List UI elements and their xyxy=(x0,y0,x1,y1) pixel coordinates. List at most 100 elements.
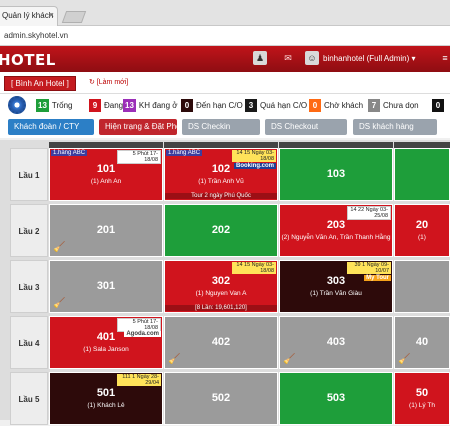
room-cell[interactable]: 302 (1) Nguyen Van A 14 15 Ngày 03-18/08 [8… xyxy=(164,260,278,313)
room-cell[interactable]: 402 🧹 xyxy=(164,316,278,369)
mail-icon[interactable]: ✉ xyxy=(281,51,295,65)
room-cell[interactable]: 503 xyxy=(279,372,393,425)
legend-item[interactable]: 13 KH đang ở xyxy=(123,99,178,112)
room-cell[interactable]: 20 (1) xyxy=(394,204,450,257)
floor-label: Lầu 3 xyxy=(10,260,48,313)
room-cell[interactable]: 103 xyxy=(279,148,393,201)
refresh-icon: ↻ xyxy=(89,79,97,86)
legend-item[interactable]: 3 Quá hạn C/O xyxy=(245,99,307,112)
room-cell[interactable]: 403 🧹 xyxy=(279,316,393,369)
room-tour-note: Tour 2 ngày Phú Quốc xyxy=(165,193,277,199)
settings-icon[interactable]: ≡ xyxy=(438,51,450,65)
room-number: 103 xyxy=(326,168,346,180)
room-cell[interactable]: 40 🧹 xyxy=(394,316,450,369)
room-stay-time: 111 1 Ngày 28-29/04 xyxy=(117,374,161,386)
cleaning-icon[interactable]: 🧹 xyxy=(283,354,295,365)
cleaning-icon[interactable]: 🧹 xyxy=(168,354,180,365)
room-group-tag: 1.hàng ABC xyxy=(51,150,88,156)
gear-icon[interactable] xyxy=(8,96,26,114)
address-bar[interactable]: admin.skyhotel.vn xyxy=(0,26,450,46)
room-number: 40 xyxy=(415,336,429,348)
room-number: 402 xyxy=(211,336,231,348)
action-button[interactable]: Khách đoàn / CTY xyxy=(8,119,94,135)
room-number: 403 xyxy=(326,336,346,348)
browser-tab-bar: Quản lý khách × xyxy=(0,0,450,26)
legend-count: 0 xyxy=(181,99,193,112)
new-tab-button[interactable] xyxy=(61,11,87,23)
room-cell[interactable]: 401 (1) Sala Janson 5 Phút 17-18/08 Agoda.c… xyxy=(49,316,163,369)
room-cell[interactable]: 501 (1) Khách Lẻ 111 1 Ngày 28-29/04 xyxy=(49,372,163,425)
legend-count: 7 xyxy=(368,99,380,112)
legend-item[interactable]: 0 Chờ khách xyxy=(309,99,363,112)
room-cell[interactable] xyxy=(394,148,450,201)
legend-item[interactable]: 0 Đến hạn C/O xyxy=(181,99,243,112)
room-guest: (1) Nguyen Van A xyxy=(195,290,247,297)
room-tour-note: [8 Lần: 19,601,120] xyxy=(165,305,277,311)
room-cell[interactable]: 50 (1) Lý Th xyxy=(394,372,450,425)
room-cell[interactable]: 203 (2) Nguyễn Văn An, Trần Thanh Hằng 14 … xyxy=(279,204,393,257)
room-guest: (1) xyxy=(418,234,426,241)
legend-count: 9 xyxy=(89,99,101,112)
room-cell[interactable]: 303 (1) Trần Văn Giàu 39 1 Ngày 09-10/07 My… xyxy=(279,260,393,313)
room-number: 20 xyxy=(415,219,429,231)
room-guest: (2) Nguyễn Văn An, Trần Thanh Hằng xyxy=(281,234,391,241)
cleaning-icon[interactable]: 🧹 xyxy=(53,298,65,309)
room-stay-time: 14 22 Ngày 03-25/08 xyxy=(347,206,391,220)
legend-count: 13 xyxy=(36,99,49,112)
room-number: 502 xyxy=(211,392,231,404)
floor-label: Lầu 5 xyxy=(10,372,48,425)
room-booking-source: Agoda.com xyxy=(124,331,161,337)
action-button[interactable]: Hiện trạng & Đặt Phòng xyxy=(99,119,190,135)
legend-label: KH đang ở xyxy=(138,101,178,110)
action-button[interactable]: DS Checkout xyxy=(265,119,347,135)
room-guest: (1) Khách Lẻ xyxy=(87,402,125,409)
browser-tab[interactable]: Quản lý khách × xyxy=(0,6,58,26)
room-cell[interactable]: 102 (1) Trần Anh Vũ 1.hàng ABC 14 15 Ngày 0… xyxy=(164,148,278,201)
user-menu[interactable]: binhanhotel (Full Admin) ▾ xyxy=(323,54,416,63)
legend-label: Quá hạn C/O xyxy=(260,101,308,110)
room-booking-source: Booking.com xyxy=(233,163,276,169)
room-group-tag: 1.hàng ABC xyxy=(166,150,203,156)
room-grid: Lầu 1 101 (1) Anh An 1.hàng ABC 5 Phút 17-18… xyxy=(0,140,450,425)
refresh-label: [Làm mới] xyxy=(96,79,129,86)
floor-label: Lầu 2 xyxy=(10,204,48,257)
app-header: HOTEL ♟ ✉ ☺ binhanhotel (Full Admin) ▾ ≡ xyxy=(0,46,450,72)
refresh-link[interactable]: ↻ [Làm mới] xyxy=(89,78,128,86)
room-number: 202 xyxy=(211,224,231,236)
room-guest: (1) Lý Th xyxy=(409,402,435,409)
room-cell[interactable]: 101 (1) Anh An 1.hàng ABC 5 Phút 17-18/08 xyxy=(49,148,163,201)
action-button-row: Khách đoàn / CTY Hiện trạng & Đặt Phòng DS… xyxy=(0,116,450,138)
room-cell[interactable]: 301 🧹 xyxy=(49,260,163,313)
room-cell[interactable]: 201 🧹 xyxy=(49,204,163,257)
legend-item[interactable]: 7 Chưa dọn xyxy=(368,99,419,112)
action-button[interactable]: DS Checkin xyxy=(182,119,260,135)
legend-label: Trống xyxy=(51,101,73,110)
close-icon[interactable]: × xyxy=(49,10,54,20)
room-stay-time: 5 Phút 17-18/08 xyxy=(117,318,161,332)
url-text: admin.skyhotel.vn xyxy=(4,31,69,40)
room-number: 501 xyxy=(96,387,116,399)
legend-item[interactable]: 0 xyxy=(432,99,447,112)
action-button[interactable]: DS khách hàng xyxy=(353,119,437,135)
room-guest: (1) Trần Văn Giàu xyxy=(310,290,362,297)
user-group-icon[interactable]: ♟ xyxy=(253,51,267,65)
room-booking-source: My Tour xyxy=(364,275,391,281)
room-cell[interactable] xyxy=(394,260,450,313)
floor-label: Lầu 1 xyxy=(10,148,48,201)
room-number: 203 xyxy=(326,219,346,231)
legend-label: Chờ khách xyxy=(324,101,364,110)
legend-item[interactable]: 13 Trống xyxy=(36,99,73,112)
browser-tab-title: Quản lý khách xyxy=(2,11,54,20)
legend-count: 0 xyxy=(432,99,444,112)
room-cell[interactable]: 202 xyxy=(164,204,278,257)
hotel-name[interactable]: [ Bình An Hotel ] xyxy=(4,76,76,91)
room-cell[interactable]: 502 xyxy=(164,372,278,425)
room-guest: (1) Sala Janson xyxy=(83,346,129,353)
floor-label: Lầu 4 xyxy=(10,316,48,369)
room-stay-time: 14 15 Ngày 03-18/08 xyxy=(232,150,276,162)
room-number: 101 xyxy=(96,163,116,175)
legend-count: 3 xyxy=(245,99,257,112)
user-icon[interactable]: ☺ xyxy=(305,51,319,65)
cleaning-icon[interactable]: 🧹 xyxy=(53,242,65,253)
cleaning-icon[interactable]: 🧹 xyxy=(398,354,410,365)
